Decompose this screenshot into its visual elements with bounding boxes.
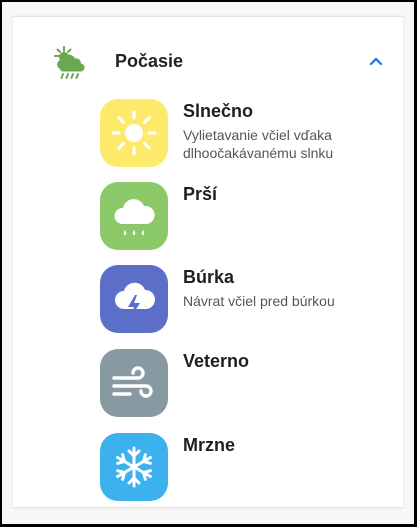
weather-option-storm[interactable]: Búrka Návrat včiel pred búrkou [13,265,403,347]
sun-icon [111,110,157,156]
rain-cloud-icon [114,199,155,236]
chevron-up-icon[interactable] [368,55,384,67]
item-title: Prší [183,184,218,204]
wind-icon [112,366,153,398]
weather-option-sunny[interactable]: Slnečno Vylietavanie včiel vďaka dlhooča… [13,99,403,181]
sun-behind-rain-cloud-icon [54,46,85,79]
item-subtitle: Návrat včiel pred búrkou [183,293,335,309]
tile-storm [100,265,168,333]
item-title: Veterno [183,351,250,371]
tile-sunny [100,99,168,167]
app-frame: Počasie Slnečno Vylietavanie včiel vďaka… [2,2,414,524]
item-subtitle: Vylietavanie včiel vďaka dlhoočakávanému… [183,127,334,161]
item-title: Slnečno [183,101,254,121]
snowflake-icon [116,446,152,488]
tile-rain [100,182,168,250]
weather-option-rain[interactable]: Prší [13,182,403,264]
tile-windy [100,349,168,417]
weather-section-card: Počasie Slnečno Vylietavanie včiel vďaka… [13,16,403,508]
tile-frost [100,433,168,501]
section-title: Počasie [115,51,184,71]
item-title: Mrzne [183,435,236,455]
weather-option-frost[interactable]: Mrzne [13,433,403,515]
weather-section-header[interactable]: Počasie [13,17,403,97]
storm-cloud-icon [115,282,156,317]
item-title: Búrka [183,267,235,287]
weather-option-windy[interactable]: Veterno [13,349,403,431]
